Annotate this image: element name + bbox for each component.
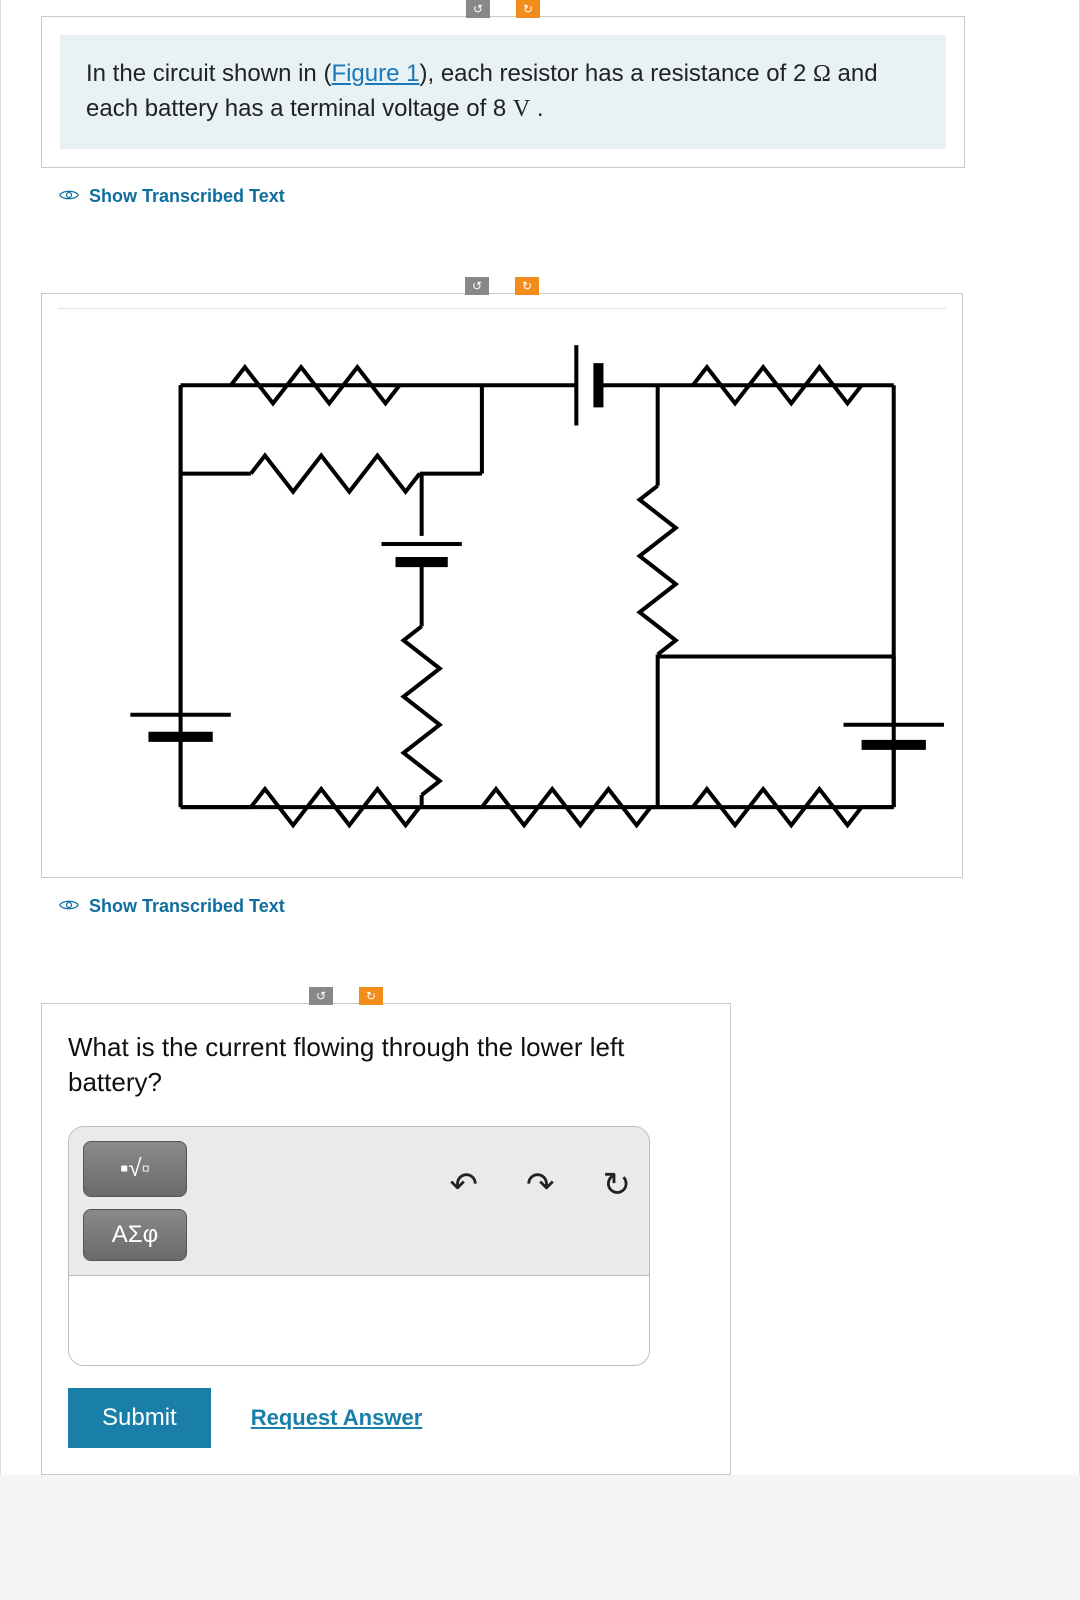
redo-icon[interactable]: ↷ xyxy=(526,1165,555,1205)
circuit-diagram xyxy=(50,325,954,847)
transcribed-label: Show Transcribed Text xyxy=(89,186,285,207)
eye-icon xyxy=(59,896,79,917)
circuit-figure-panel xyxy=(41,293,963,878)
divider xyxy=(58,308,946,309)
show-transcribed-text-link[interactable]: Show Transcribed Text xyxy=(59,896,1039,917)
problem-statement-text: In the circuit shown in (Figure 1), each… xyxy=(60,35,946,149)
figure-1-link[interactable]: Figure 1 xyxy=(331,60,419,87)
eye-icon xyxy=(59,186,79,207)
question-panel: What is the current flowing through the … xyxy=(41,1003,731,1475)
text-fragment: ), each resistor has a resistance of 2 xyxy=(419,60,813,87)
rotate-ccw-button[interactable]: ↺ xyxy=(465,277,489,295)
undo-icon[interactable]: ↶ xyxy=(450,1165,479,1205)
question-prompt: What is the current flowing through the … xyxy=(68,1030,704,1100)
submit-button[interactable]: Submit xyxy=(68,1388,211,1448)
volt-symbol: V xyxy=(513,96,530,122)
reset-icon[interactable]: ↻ xyxy=(603,1165,632,1205)
rotate-ccw-button[interactable]: ↺ xyxy=(466,0,490,18)
rotate-cw-button[interactable]: ↻ xyxy=(516,0,540,18)
ohm-symbol: Ω xyxy=(813,61,831,87)
answer-tool: ▪√▫ ΑΣφ ↶ ↷ ↻ xyxy=(68,1126,650,1366)
math-template-button[interactable]: ▪√▫ xyxy=(83,1141,187,1197)
text-fragment: In the circuit shown in ( xyxy=(86,60,331,87)
problem-statement-panel: In the circuit shown in (Figure 1), each… xyxy=(41,16,965,168)
answer-input[interactable] xyxy=(69,1275,649,1365)
request-answer-link[interactable]: Request Answer xyxy=(251,1405,423,1431)
transcribed-label: Show Transcribed Text xyxy=(89,896,285,917)
greek-symbols-button[interactable]: ΑΣφ xyxy=(83,1209,187,1261)
rotate-ccw-button[interactable]: ↺ xyxy=(309,987,333,1005)
rotate-cw-button[interactable]: ↻ xyxy=(515,277,539,295)
text-fragment: . xyxy=(530,95,543,122)
show-transcribed-text-link[interactable]: Show Transcribed Text xyxy=(59,186,1039,207)
rotate-cw-button[interactable]: ↻ xyxy=(359,987,383,1005)
